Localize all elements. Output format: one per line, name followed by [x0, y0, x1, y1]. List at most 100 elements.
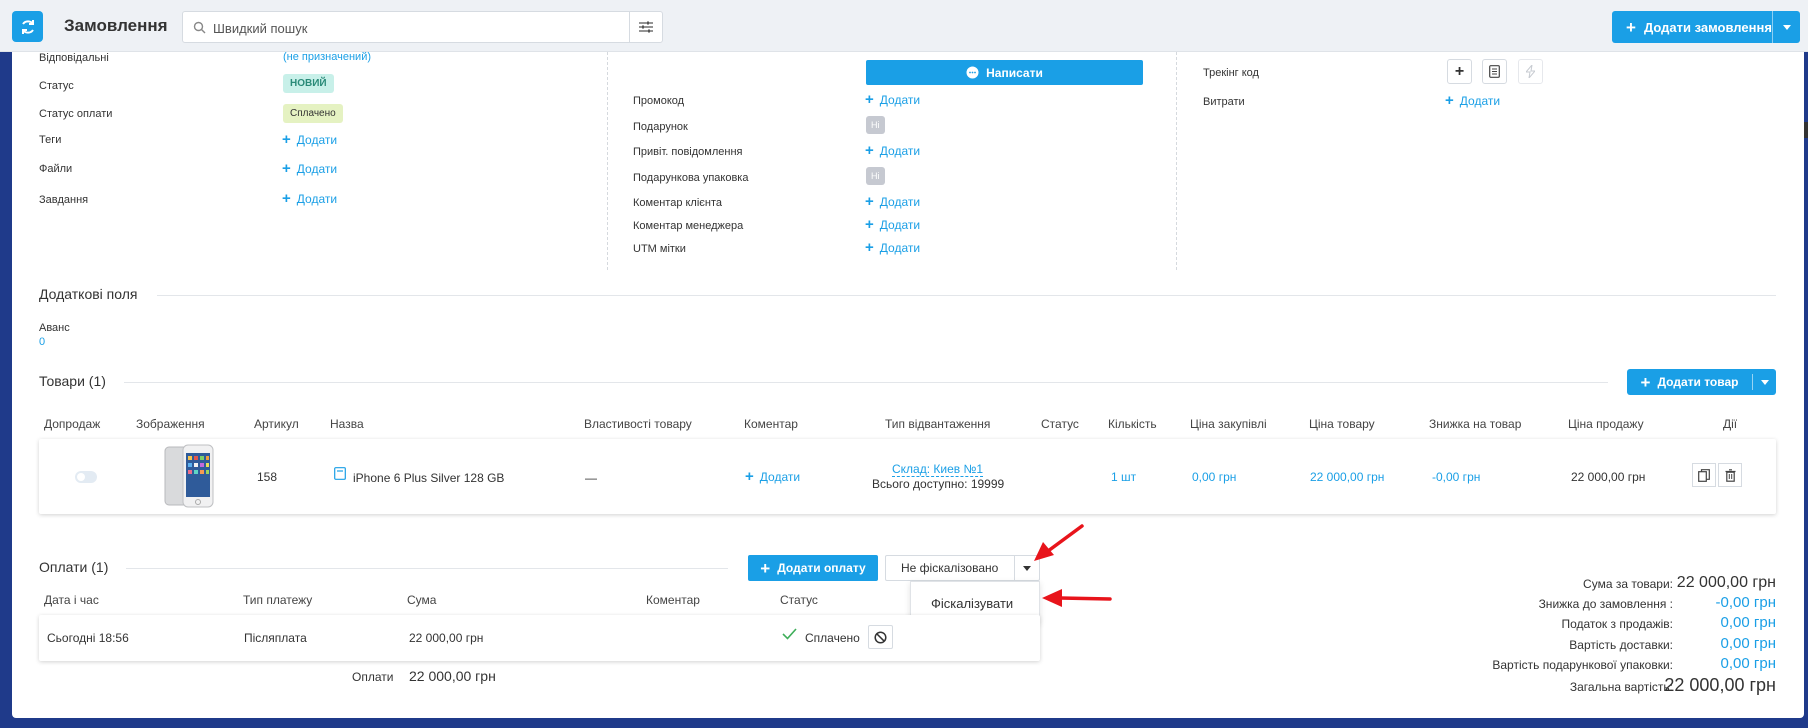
extra-fields-title: Додаткові поля: [39, 286, 138, 302]
delete-product-button[interactable]: [1718, 463, 1742, 487]
filter-settings-button[interactable]: [629, 12, 662, 42]
sales-tax-value[interactable]: 0,00 грн: [1721, 614, 1776, 631]
advance-value[interactable]: 0: [39, 336, 45, 348]
order-discount-label: Знижка до замовлення :: [1538, 597, 1673, 611]
utm-label: UTM мітки: [633, 243, 686, 255]
plus-icon: +: [760, 558, 771, 578]
tags-label: Теги: [39, 134, 62, 146]
add-order-caret[interactable]: [1772, 11, 1800, 43]
order-discount-value[interactable]: -0,00 грн: [1716, 594, 1776, 611]
payment-status-badge[interactable]: Сплачено: [283, 104, 343, 123]
total-label: Загальна вартість:: [1569, 680, 1673, 694]
add-tracking-button[interactable]: +: [1447, 59, 1472, 84]
tracking-document-button[interactable]: [1482, 59, 1507, 84]
product-name[interactable]: iPhone 6 Plus Silver 128 GB: [353, 471, 504, 485]
delivery-value[interactable]: 0,00 грн: [1721, 635, 1776, 652]
document-icon: [1489, 65, 1500, 78]
plus-icon: +: [1445, 92, 1454, 109]
cancel-payment-button[interactable]: [868, 625, 893, 649]
tracking-lightning-button[interactable]: [1518, 59, 1543, 84]
add-client-comment-link[interactable]: + Додати: [865, 194, 920, 209]
quantity-value[interactable]: 1 шт: [1111, 470, 1136, 484]
add-order-button[interactable]: + Додати замовлення: [1612, 11, 1800, 43]
fiscalize-menu-item[interactable]: Фіскалізувати: [911, 590, 1039, 616]
add-product-comment-link[interactable]: + Додати: [745, 469, 800, 484]
total-value: 22 000,00 грн: [1664, 675, 1776, 695]
column-header: Дата і час: [44, 593, 99, 607]
chat-icon: [966, 66, 979, 79]
refresh-icon: [21, 19, 34, 34]
plus-icon: +: [865, 91, 874, 108]
gift-wrap-cost-label: Вартість подарункової упаковки:: [1492, 658, 1673, 672]
column-header: Тип платежу: [243, 593, 313, 607]
tracking-label: Трекінг код: [1203, 67, 1259, 79]
payments-total-label: Оплати: [352, 670, 394, 684]
upsell-toggle[interactable]: [75, 471, 97, 483]
add-payment-button[interactable]: + Додати оплату: [748, 555, 878, 581]
gift-toggle[interactable]: Ні: [866, 116, 885, 134]
add-file-link[interactable]: + Додати: [282, 161, 337, 176]
gift-wrap-cost-value[interactable]: 0,00 грн: [1721, 655, 1776, 672]
responsible-value[interactable]: (не призначений): [283, 51, 371, 63]
manager-comment-label: Коментар менеджера: [633, 220, 744, 232]
responsible-label: Відповідальні: [39, 52, 109, 64]
item-price-value[interactable]: 22 000,00 грн: [1310, 470, 1384, 484]
fiscal-status-select[interactable]: Не фіскалізовано: [885, 555, 1040, 581]
copy-product-button[interactable]: [1692, 463, 1716, 487]
add-task-link[interactable]: + Додати: [282, 191, 337, 206]
column-header: Кількість: [1108, 417, 1157, 431]
add-goods-caret[interactable]: [1752, 374, 1776, 390]
plus-icon: +: [745, 468, 754, 485]
item-discount-value[interactable]: -0,00 грн: [1432, 470, 1480, 484]
column-header: Назва: [330, 417, 364, 431]
annotation-arrow: [1042, 589, 1112, 607]
purchase-price-value[interactable]: 0,00 грн: [1192, 470, 1236, 484]
status-badge[interactable]: НОВИЙ: [283, 74, 334, 93]
column-header: Статус: [780, 593, 818, 607]
plus-icon: +: [1640, 372, 1651, 392]
column-header: Статус: [1041, 417, 1079, 431]
annotation-arrow: [1034, 524, 1084, 561]
add-promocode-link[interactable]: + Додати: [865, 92, 920, 107]
add-utm-link[interactable]: + Додати: [865, 240, 920, 255]
column-header: Артикул: [254, 417, 299, 431]
payment-type: Післяплата: [244, 631, 307, 645]
plus-icon: +: [282, 131, 291, 148]
payment-status: Сплачено: [805, 631, 860, 645]
column-header: Коментар: [646, 593, 700, 607]
add-goods-button[interactable]: + Додати товар: [1627, 369, 1776, 395]
divider: [124, 382, 1608, 383]
sale-price-value: 22 000,00 грн: [1571, 470, 1646, 484]
goods-sum-value: 22 000,00 грн: [1676, 574, 1776, 591]
payment-status-label: Статус оплати: [39, 108, 113, 120]
divider: [157, 295, 1776, 296]
shipment-warehouse-link[interactable]: Склад: Киев №1: [892, 462, 984, 477]
add-manager-comment-link[interactable]: + Додати: [865, 217, 920, 232]
goods-sum-label: Сума за товари:: [1583, 577, 1673, 591]
add-tag-link[interactable]: + Додати: [282, 132, 337, 147]
plus-icon: +: [865, 239, 874, 256]
column-header: Дії: [1723, 417, 1738, 431]
gift-wrap-toggle[interactable]: Ні: [866, 167, 885, 185]
plus-icon: +: [865, 142, 874, 159]
plus-icon: +: [865, 216, 874, 233]
write-message-button[interactable]: Написати: [866, 60, 1143, 85]
add-greeting-link[interactable]: + Додати: [865, 143, 920, 158]
product-properties: —: [585, 471, 597, 485]
plus-icon: +: [282, 160, 291, 177]
refresh-button[interactable]: [12, 11, 43, 42]
quick-search[interactable]: [182, 11, 663, 43]
lightning-icon: [1526, 65, 1535, 78]
add-expense-link[interactable]: + Додати: [1445, 93, 1500, 108]
chevron-down-icon: [1760, 379, 1769, 385]
column-header: Властивості товару: [584, 417, 692, 431]
check-icon: [782, 628, 797, 640]
top-bar: Замовлення +Додати замовлення: [0, 0, 1808, 52]
gift-label: Подарунок: [633, 121, 688, 133]
plus-icon: +: [1454, 62, 1465, 80]
search-input[interactable]: [213, 18, 603, 38]
column-header: Зображення: [136, 417, 205, 431]
payments-total-value: 22 000,00 грн: [409, 668, 496, 684]
advance-label: Аванс: [39, 322, 70, 334]
sliders-icon: [639, 21, 653, 33]
